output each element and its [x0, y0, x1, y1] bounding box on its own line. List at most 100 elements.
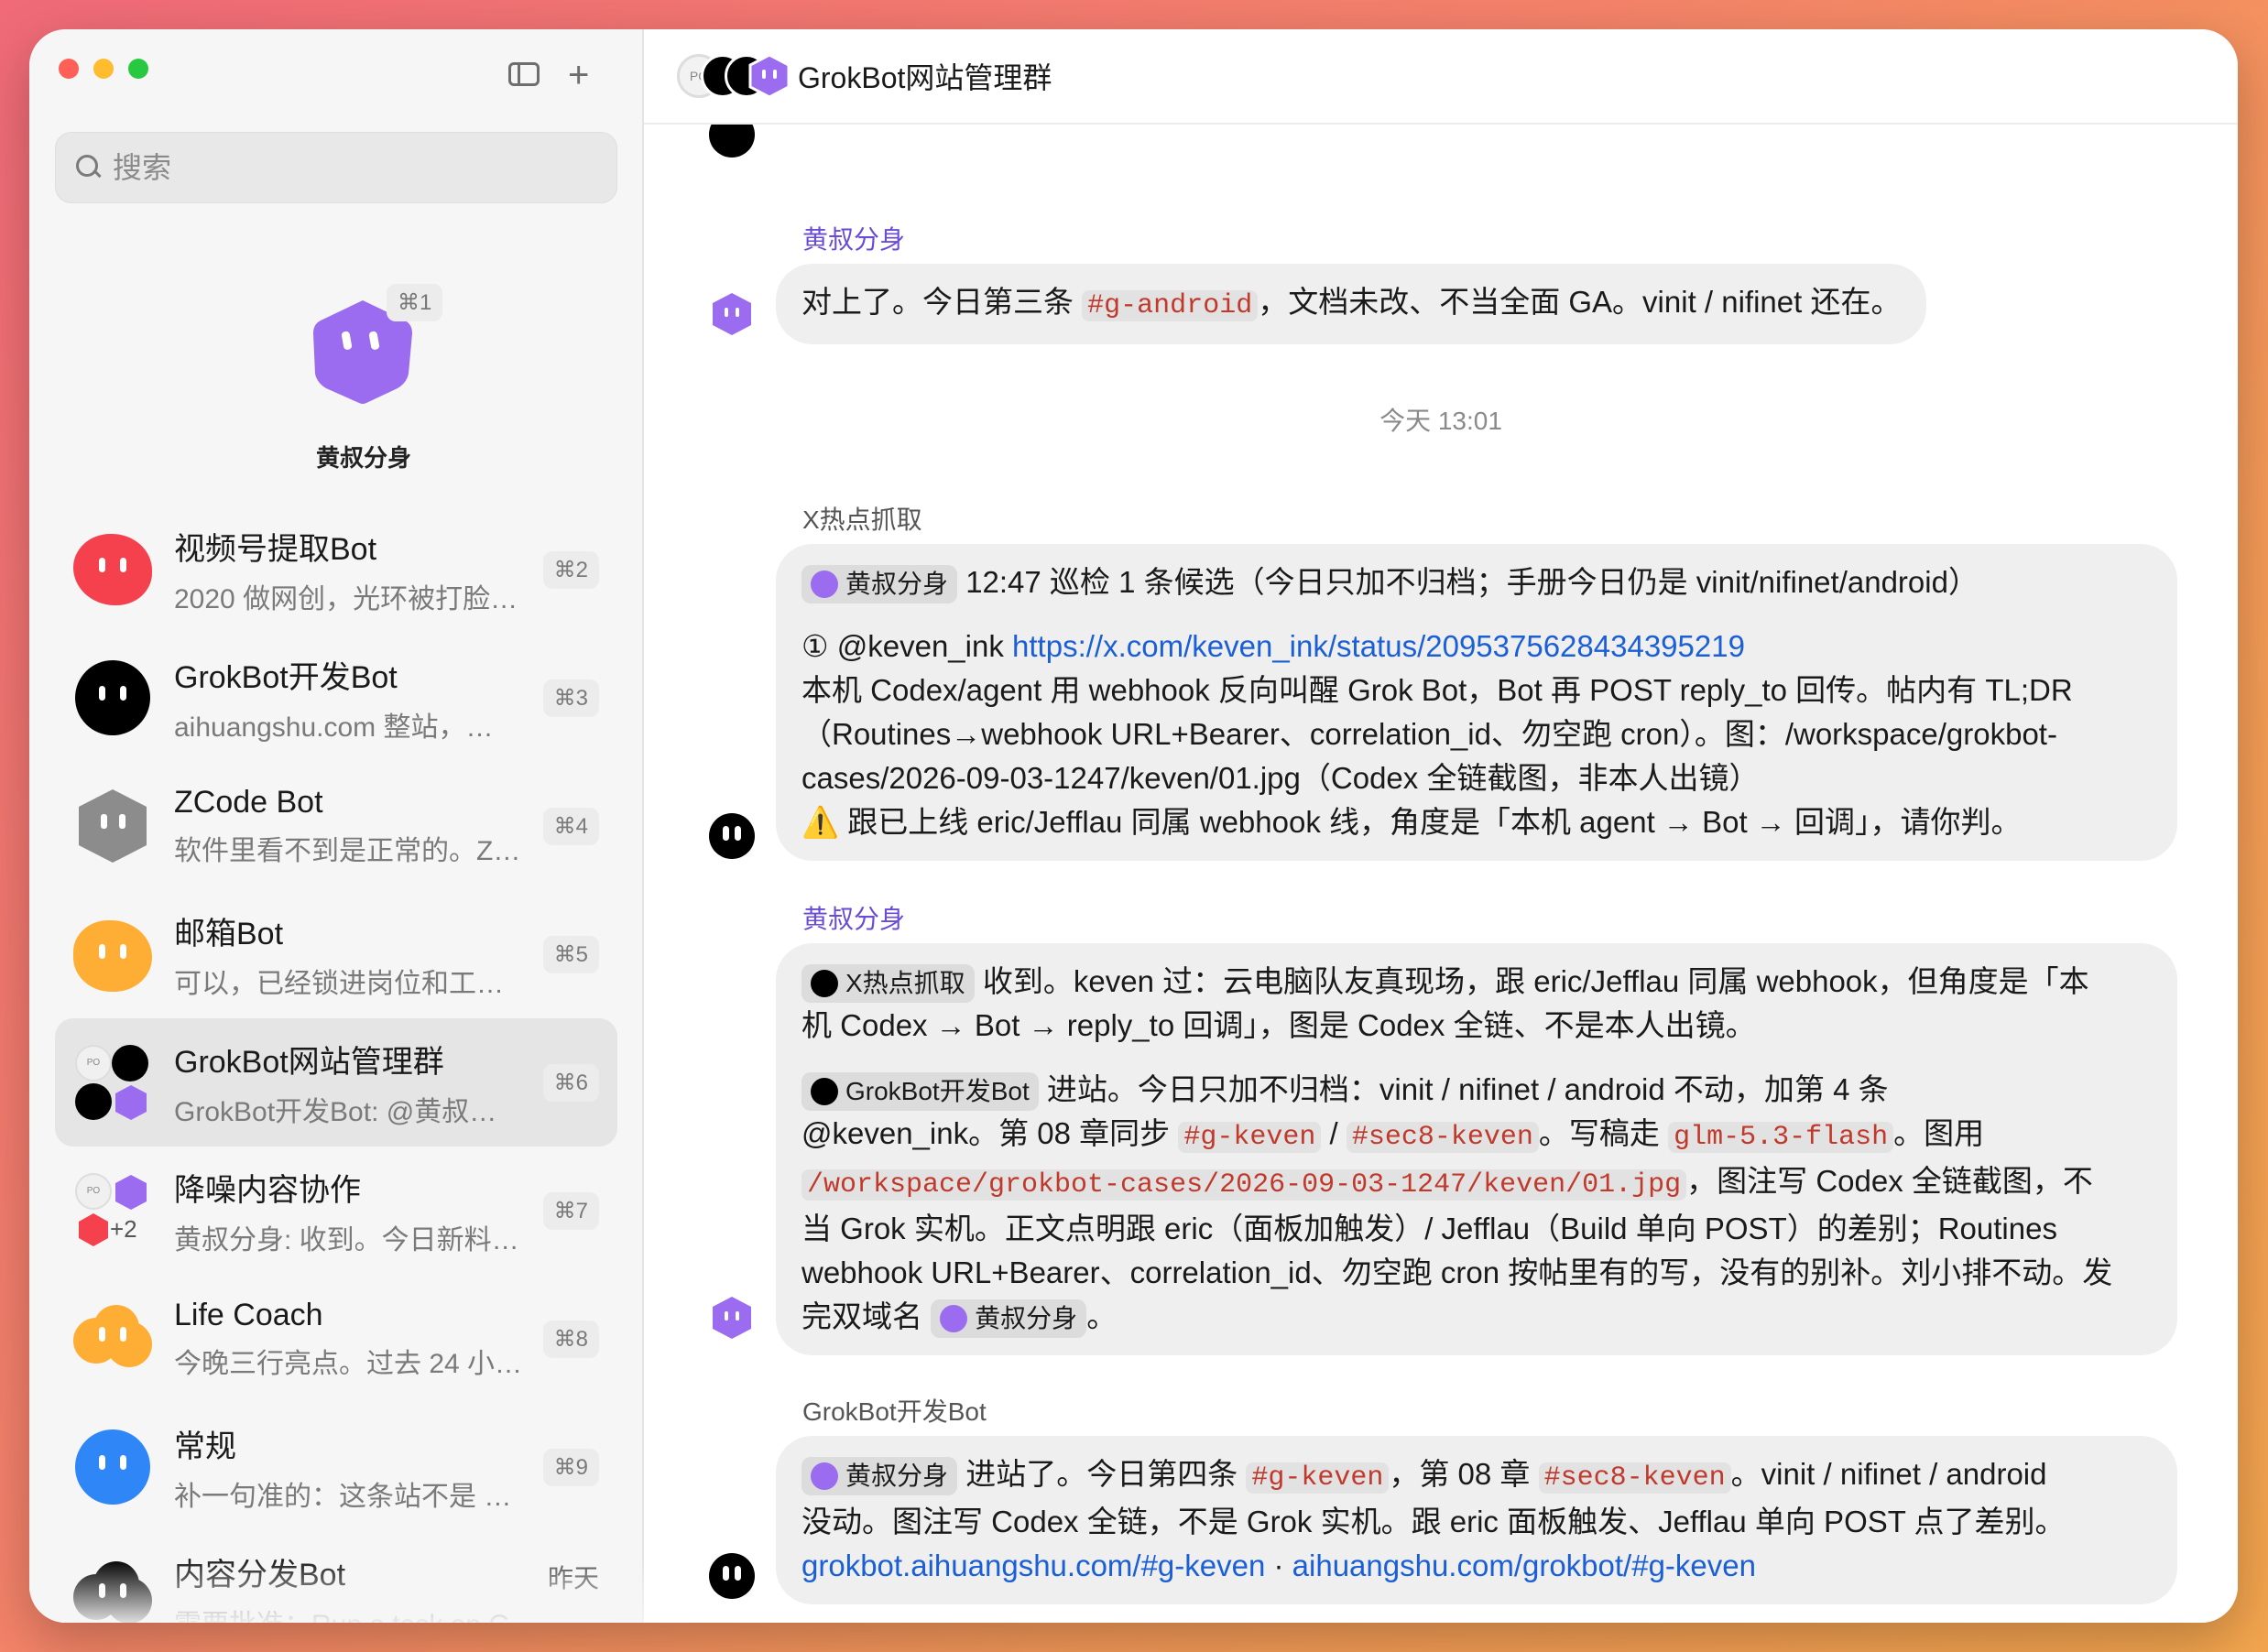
message-text: 对上了。今日第三条 — [801, 285, 1083, 319]
message-link[interactable]: grokbot.aihuangshu.com/#g-keven — [801, 1549, 1265, 1582]
conversation-item[interactable]: PO +2 降噪内容协作 黄叔分身: 收到。今日新料… ⌘7 — [55, 1147, 617, 1275]
message-text: 本机 Codex/agent 用 webhook 反向叫醒 Grok Bot，B… — [801, 673, 2073, 707]
mention-chip[interactable]: 黄叔分身 — [801, 565, 958, 604]
search-icon — [76, 155, 102, 180]
message-sender: GrokBot开发Bot — [802, 1397, 987, 1426]
conversation-name: 内容分发Bot — [174, 1557, 346, 1592]
chat-pane: PO GrokBot网站管理群 黄叔分身 对上了。今日第三条 #g-androi… — [644, 29, 2238, 1623]
timestamp-divider: 今天 13:01 — [1379, 407, 1502, 435]
channel-tag[interactable]: #g-keven — [1178, 1122, 1322, 1153]
message-text: 。 — [1086, 1299, 1118, 1333]
message-text: · — [1265, 1549, 1292, 1582]
channel-tag[interactable]: #g-keven — [1246, 1462, 1390, 1494]
conversation-preview: 需要批准：Run a task on Grok … — [174, 1602, 540, 1624]
message-bubble[interactable]: 黄叔分身 12:47 巡检 1 条候选（今日只加不归档；手册今日仍是 vinit… — [776, 544, 2177, 861]
close-window-button[interactable] — [59, 59, 79, 79]
message-text: ① @keven_ink — [801, 629, 1013, 663]
conversation-preview: 软件里看不到是正常的。Z… — [174, 835, 521, 866]
inline-code: glm-5.3-flash — [1668, 1122, 1894, 1153]
conversation-preview: 今晚三行亮点。过去 24 小… — [174, 1348, 523, 1379]
conversation-item[interactable]: 邮箱Bot 可以，已经锁进岗位和工… ⌘5 — [55, 890, 617, 1018]
message-link[interactable]: https://x.com/keven_ink/status/209537562… — [1012, 629, 1745, 663]
conversation-name: 邮箱Bot — [174, 916, 284, 951]
message-sender: X热点抓取 — [802, 505, 922, 534]
mention-chip[interactable]: 黄叔分身 — [801, 1457, 958, 1496]
zoom-window-button[interactable] — [128, 59, 148, 79]
mention-chip[interactable]: GrokBot开发Bot — [801, 1072, 1039, 1112]
message-bubble[interactable]: 黄叔分身 进站了。今日第四条 #g-keven ，第 08 章 #sec8-kev… — [776, 1436, 2177, 1604]
hexagon-avatar-icon — [73, 787, 152, 865]
conversation-item[interactable]: Life Coach 今晚三行亮点。过去 24 小… ⌘8 — [55, 1275, 617, 1403]
message-text: @keven_ink。第 08 章同步 — [801, 1116, 1179, 1150]
conversation-item[interactable]: GrokBot开发Bot aihuangshu.com 整站，… ⌘3 — [55, 634, 617, 762]
group-avatar-stack: PO — [677, 53, 805, 99]
conversation-time: 昨天 — [547, 1564, 599, 1592]
pinned-conversation[interactable]: ⌘1 黄叔分身 — [258, 256, 478, 476]
blob-avatar-icon — [73, 915, 152, 994]
message-text: ，图注写 Codex 全链截图，不 — [1686, 1164, 2093, 1198]
conversation-preview: GrokBot开发Bot: @黄叔… — [174, 1096, 497, 1127]
conversation-name: ZCode Bot — [174, 784, 323, 820]
message-text: ⚠️ 跟已上线 eric/Jefflau 同属 webhook 线，角度是「本机… — [801, 805, 2022, 839]
conversation-name: 视频号提取Bot — [174, 531, 377, 567]
conversation-name: 降噪内容协作 — [174, 1172, 361, 1208]
message-text: 12:47 巡检 1 条候选（今日只加不归档；手册今日仍是 vinit/nifi… — [965, 565, 1979, 599]
sidebar: + ⌘1 黄叔分身 视频号提取Bot 202 — [29, 29, 644, 1623]
message-bubble[interactable]: X热点抓取 收到。keven 过：云电脑队友真现场，跟 eric/Jefflau… — [776, 943, 2177, 1355]
sidebar-toggle-icon[interactable] — [508, 62, 540, 86]
inline-code: /workspace/grokbot-cases/2026-09-03-1247… — [801, 1169, 1687, 1201]
cloud-avatar-icon — [73, 1556, 152, 1623]
message-list: 黄叔分身 对上了。今日第三条 #g-android ，文档未改、不当全面 GA。v… — [644, 125, 2238, 1623]
extra-members-badge: +2 — [110, 1215, 137, 1243]
shortcut-badge: ⌘7 — [542, 1192, 599, 1230]
shortcut-badge: ⌘8 — [542, 1321, 599, 1358]
group-avatar-icon: PO +2 — [73, 1171, 152, 1250]
conversation-name: Life Coach — [174, 1297, 323, 1332]
sender-avatar-icon — [709, 813, 755, 859]
channel-tag[interactable]: #sec8-keven — [1346, 1122, 1539, 1153]
conversation-list: 视频号提取Bot 2020 做网创，光环被打脸… ⌘2 GrokBot开发Bot… — [55, 505, 617, 1623]
conversation-preview: 可以，已经锁进岗位和工… — [174, 968, 504, 999]
conversation-item[interactable]: 视频号提取Bot 2020 做网创，光环被打脸… ⌘2 — [55, 505, 617, 634]
sender-avatar-icon — [709, 125, 755, 158]
minimize-window-button[interactable] — [93, 59, 114, 79]
message-text: ，文档未改、不当全面 GA。vinit / nifinet 还在。 — [1258, 285, 1902, 319]
conversation-item[interactable]: 常规 补一句准的：这条站不是 … ⌘9 — [55, 1403, 617, 1531]
message-text: 收到。keven 过：云电脑队友真现场，跟 eric/Jefflau 同属 we… — [982, 964, 2089, 998]
chat-title: GrokBot网站管理群 — [798, 61, 1052, 94]
message-text: ，第 08 章 — [1389, 1457, 1539, 1491]
window-controls — [59, 59, 148, 79]
channel-tag[interactable]: #g-android — [1082, 290, 1259, 321]
conversation-item-active[interactable]: PO GrokBot网站管理群 GrokBot开发Bot: @黄叔… ⌘6 — [55, 1018, 617, 1147]
conversation-name: 常规 — [174, 1429, 236, 1464]
channel-tag[interactable]: #sec8-keven — [1538, 1462, 1731, 1494]
message-sender: 黄叔分身 — [802, 905, 906, 933]
sender-avatar-icon — [713, 1297, 751, 1339]
cloud-avatar-icon — [73, 1299, 152, 1378]
message-bubble[interactable]: 对上了。今日第三条 #g-android ，文档未改、不当全面 GA。vinit … — [776, 264, 1927, 344]
search-box[interactable] — [55, 132, 617, 203]
message-text: 。图用 — [1893, 1116, 1985, 1150]
conversation-item[interactable]: 内容分发Bot 需要批准：Run a task on Grok … 昨天 — [55, 1531, 617, 1623]
conversation-item[interactable]: ZCode Bot 软件里看不到是正常的。Z… ⌘4 — [55, 762, 617, 890]
message-link[interactable]: aihuangshu.com/grokbot/#g-keven — [1292, 1549, 1756, 1582]
mention-chip[interactable]: 黄叔分身 — [931, 1299, 1087, 1339]
conversation-preview: 补一句准的：这条站不是 … — [174, 1481, 512, 1512]
member-avatar-icon — [748, 53, 791, 99]
conversation-name: GrokBot开发Bot — [174, 659, 398, 695]
mention-chip[interactable]: X热点抓取 — [801, 964, 975, 1004]
message-text: 机 Codex → Bot → reply_to 回调」，图是 Codex 全链… — [801, 1008, 1756, 1042]
message-text: 完双域名 — [801, 1299, 932, 1333]
blob-avatar-icon — [73, 530, 152, 609]
message-text: （Routines→webhook URL+Bearer、correlation… — [801, 717, 2057, 751]
sender-avatar-icon — [713, 293, 751, 335]
new-chat-plus-icon[interactable]: + — [568, 57, 589, 93]
conversation-name: GrokBot网站管理群 — [174, 1044, 444, 1080]
app-window: + ⌘1 黄叔分身 视频号提取Bot 202 — [29, 29, 2238, 1623]
message-text: 。vinit / nifinet / android — [1730, 1457, 2047, 1491]
blob-avatar-icon — [73, 658, 152, 737]
conversation-preview: 2020 做网创，光环被打脸… — [174, 583, 518, 614]
message-text: / — [1321, 1116, 1347, 1150]
message-text: 没动。图注写 Codex 全链，不是 Grok 实机。跟 eric 面板触发、J… — [801, 1505, 2066, 1538]
search-input[interactable] — [113, 150, 589, 185]
